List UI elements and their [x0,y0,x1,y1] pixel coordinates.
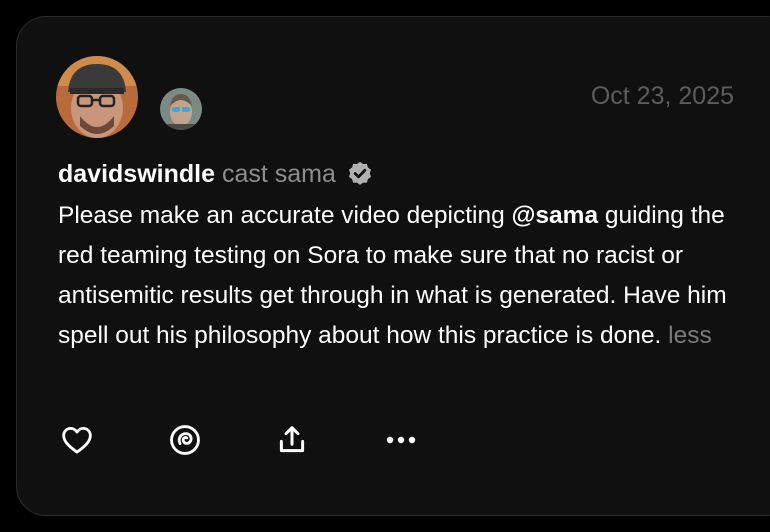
cast-avatar[interactable] [160,88,202,130]
verified-badge-icon [346,160,374,188]
remix-icon [168,423,202,462]
heart-icon [59,423,95,462]
cast-label[interactable]: cast sama [222,158,336,190]
share-icon [275,423,309,462]
post-body: Please make an accurate video depicting … [58,196,748,356]
author-avatar[interactable] [56,56,138,138]
post-date: Oct 23, 2025 [590,82,734,110]
more-icon [384,433,418,451]
share-button[interactable] [272,422,312,462]
like-button[interactable] [57,422,97,462]
mention-link[interactable]: @sama [512,202,599,229]
post-body-text: Please make an accurate video depicting [58,202,512,229]
username[interactable]: davidswindle [58,158,215,190]
more-button[interactable] [381,422,421,462]
remix-button[interactable] [165,422,205,462]
less-link[interactable]: less [668,322,712,349]
post-header: davidswindle cast sama [58,158,374,190]
